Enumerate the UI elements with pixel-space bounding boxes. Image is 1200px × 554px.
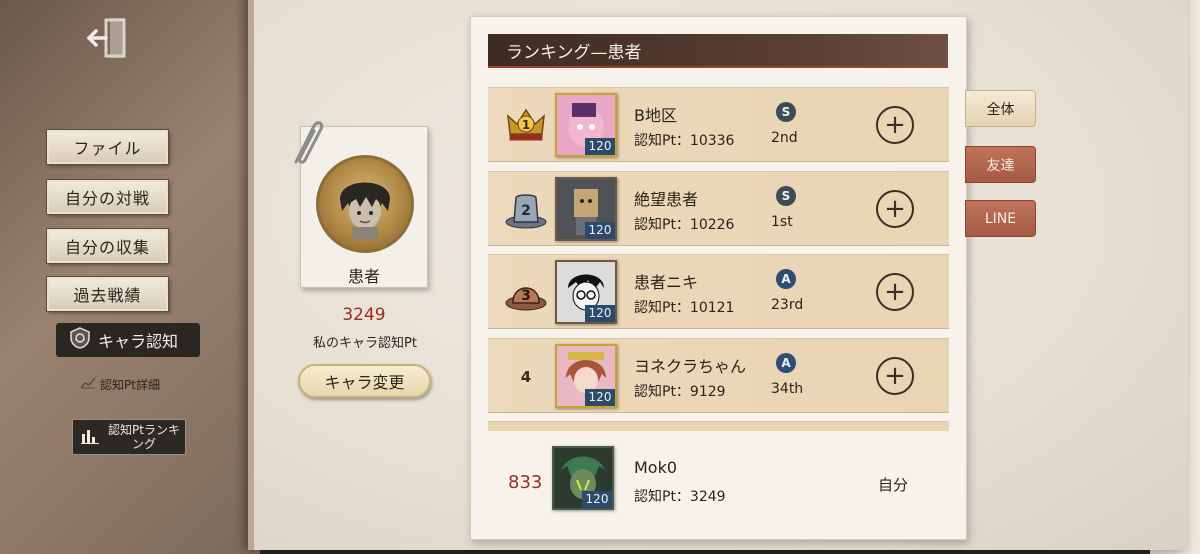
add-friend-button[interactable]: + — [876, 273, 914, 311]
my-points-value: 3249 — [342, 305, 386, 325]
add-friend-button[interactable]: + — [876, 357, 914, 395]
add-friend-button[interactable]: + — [876, 106, 914, 144]
player-name: B地区 — [634, 106, 677, 125]
tier-badge-icon: A — [776, 269, 796, 289]
menu-past-records-button[interactable]: 過去戦績 — [47, 277, 168, 311]
rank-number: 2 — [521, 203, 531, 219]
crown-icon: 1 — [504, 104, 548, 148]
change-character-button[interactable]: キャラ変更 — [298, 364, 431, 398]
player-points: 認知Pt：10226 — [634, 217, 735, 233]
menu-my-matches-button[interactable]: 自分の対戦 — [47, 180, 168, 214]
points-detail-link[interactable]: 認知Pt詳細 — [80, 376, 160, 393]
avatar[interactable]: 120 — [555, 177, 617, 241]
paperclip-icon — [288, 118, 324, 174]
add-friend-button[interactable]: + — [876, 190, 914, 228]
character-name: 患者 — [347, 267, 380, 286]
ranking-row[interactable]: 3 120 患者ニキ 認知Pt：10121 A 23rd + — [488, 254, 949, 329]
points-ranking-button[interactable]: 認知Ptランキング — [72, 419, 186, 455]
tab-all[interactable]: 全体 — [965, 90, 1036, 127]
menu-file-button[interactable]: ファイル — [47, 130, 168, 164]
bar-chart-icon — [81, 428, 99, 447]
chart-line-icon — [80, 377, 96, 392]
rank-number: 3 — [521, 288, 531, 304]
tier-rank: 2nd — [771, 130, 798, 146]
my-player-name: Mok0 — [634, 458, 678, 477]
bowler-hat-icon: 3 — [504, 271, 548, 315]
player-name: ヨネクラちゃん — [634, 357, 747, 376]
avatar[interactable]: 120 — [555, 93, 617, 157]
avatar[interactable]: 120 — [555, 344, 617, 408]
points-detail-label: 認知Pt詳細 — [100, 378, 160, 392]
exit-door-icon — [86, 16, 130, 64]
top-hat-icon: 2 — [504, 188, 548, 232]
my-points-label: 私のキャラ認知Pt — [313, 336, 417, 351]
ranking-header: ランキング—患者 — [488, 34, 948, 68]
my-avatar[interactable]: 120 — [552, 446, 614, 510]
avatar-level: 120 — [585, 305, 615, 322]
menu-active-label: キャラ認知 — [98, 332, 179, 351]
rank-number: 1 — [522, 118, 530, 132]
menu-my-collection-button[interactable]: 自分の収集 — [47, 229, 168, 263]
player-points: 認知Pt：9129 — [634, 384, 726, 400]
player-name: 患者ニキ — [634, 273, 699, 292]
menu-character-recognition-button[interactable]: キャラ認知 — [56, 323, 200, 357]
points-ranking-label: 認知Ptランキング — [108, 423, 180, 451]
tier-badge-icon: S — [776, 102, 796, 122]
my-rank: 833 — [508, 472, 543, 493]
tier-rank: 1st — [771, 214, 793, 230]
tier-badge-icon: A — [776, 353, 796, 373]
plus-icon: + — [884, 277, 906, 307]
ranking-row[interactable]: 1 120 B地区 認知Pt：10336 S 2nd + — [488, 87, 949, 162]
avatar-level: 120 — [585, 138, 615, 155]
rank-number: 4 — [520, 368, 532, 386]
tab-friends[interactable]: 友達 — [965, 146, 1036, 183]
avatar[interactable]: 120 — [555, 260, 617, 324]
ranking-row-partial — [488, 421, 949, 431]
player-name: 絶望患者 — [634, 190, 699, 209]
tab-line[interactable]: LINE — [965, 200, 1036, 237]
plus-icon: + — [884, 194, 906, 224]
rank-number-badge: 4 — [504, 355, 548, 399]
tier-rank: 34th — [771, 381, 804, 397]
my-player-points: 認知Pt：3249 — [634, 489, 726, 505]
plus-icon: + — [884, 110, 906, 140]
tier-rank: 23rd — [771, 297, 804, 313]
ranking-row[interactable]: 2 120 絶望患者 認知Pt：10226 S 1st + — [488, 171, 949, 246]
avatar-level: 120 — [585, 222, 615, 239]
tier-badge-icon: S — [776, 186, 796, 206]
player-points: 認知Pt：10336 — [634, 133, 735, 149]
avatar-level: 120 — [585, 389, 615, 406]
self-label: 自分 — [878, 476, 909, 494]
my-ranking-row: 833 120 Mok0 認知Pt：3249 自分 — [488, 440, 949, 518]
player-points: 認知Pt：10121 — [634, 300, 735, 316]
avatar-level: 120 — [582, 491, 612, 508]
plus-icon: + — [884, 361, 906, 391]
ranking-row[interactable]: 4 120 ヨネクラちゃん 認知Pt：9129 A 34th + — [488, 338, 949, 413]
shield-icon — [68, 326, 92, 354]
exit-button[interactable] — [82, 14, 134, 66]
character-portrait — [316, 155, 414, 253]
